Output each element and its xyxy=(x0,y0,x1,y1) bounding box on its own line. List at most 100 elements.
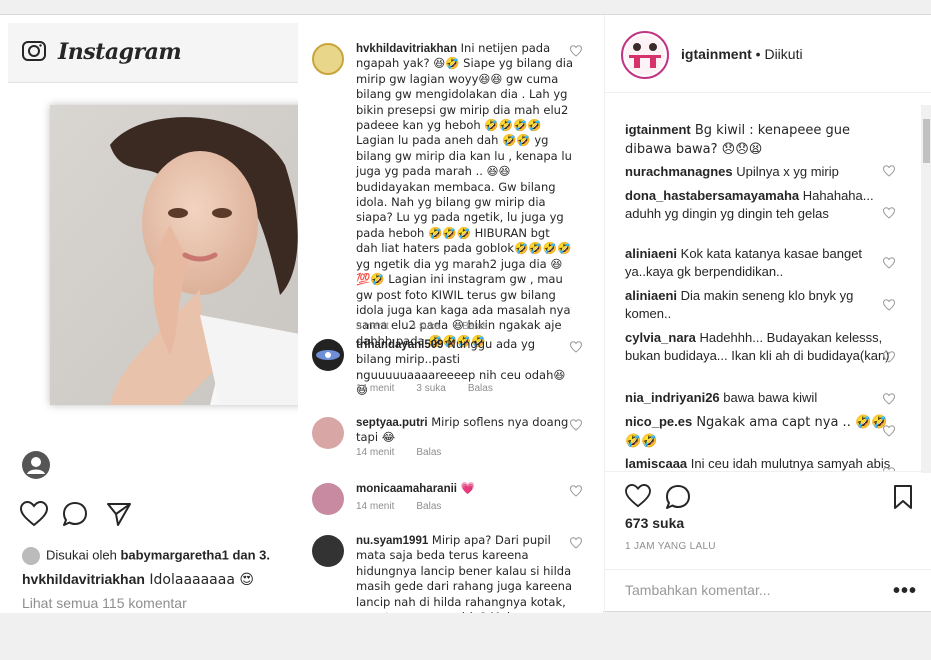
account-name: igtainment • Diikuti xyxy=(681,46,803,62)
comment-body: Ini ceu idah mulutnya samyah abis xyxy=(687,456,891,471)
embedded-phone-screenshot: Instagram Disukai oleh babymargaretha1 d… xyxy=(8,23,305,613)
list-item: nico_pe.es Ngakak ama capt nya .. 🤣🤣🤣🤣 xyxy=(625,413,895,450)
list-item: aliniaeni Dia makin seneng klo bnyk yg k… xyxy=(625,287,895,322)
list-item: aliniaeni Kok kata katanya kasae banget … xyxy=(625,245,895,280)
list-item: dona_hastabersamayamaha Hahahaha... aduh… xyxy=(625,187,895,222)
heart-icon[interactable] xyxy=(883,393,895,405)
list-item: nurachmanagnes Upilnya x yg mirip xyxy=(625,163,895,181)
follow-state[interactable]: • Diikuti xyxy=(752,46,803,62)
comment-likes[interactable]: 4 suka xyxy=(411,321,440,332)
account-avatar[interactable] xyxy=(621,31,669,79)
commenter-avatar xyxy=(312,535,344,567)
list-item: trihandayani509 Nunggu ada yg bilang mir… xyxy=(298,337,603,397)
comment-username[interactable]: dona_hastabersamayamaha xyxy=(625,188,799,203)
bookmark-icon[interactable] xyxy=(893,484,913,510)
instagram-post: Instagram Disukai oleh babymargaretha1 d… xyxy=(0,14,931,613)
heart-icon[interactable] xyxy=(570,485,582,497)
embedded-action-bar xyxy=(20,501,160,531)
commenter-avatar xyxy=(312,43,344,75)
comment-text: septyaa.putri Mirip soflens nya doang ta… xyxy=(356,415,574,446)
comment-username[interactable]: aliniaeni xyxy=(625,246,677,261)
heart-icon[interactable] xyxy=(883,257,895,269)
comment-username[interactable]: cylvia_nara xyxy=(625,330,696,345)
list-item: nu.syam1991 Mirip apa? Dari pupil mata s… xyxy=(298,533,603,613)
comment-username[interactable]: nia_indriyani26 xyxy=(625,390,720,405)
celebrity-photo xyxy=(50,105,305,405)
comment-body: 💗 xyxy=(456,481,475,495)
heart-icon[interactable] xyxy=(20,501,48,527)
list-item: igtainment Bg kiwil : kenapeee gue dibaw… xyxy=(625,121,895,158)
liker-username[interactable]: babymargaretha1 xyxy=(120,547,228,562)
comment-body: bawa bawa kiwil xyxy=(719,390,818,405)
reply-button[interactable]: Balas xyxy=(462,321,487,332)
comment-username[interactable]: nico_pe.es xyxy=(625,414,692,429)
heart-icon[interactable] xyxy=(570,419,582,431)
comment-time: 14 menit xyxy=(356,501,395,512)
comment-icon[interactable] xyxy=(62,501,88,527)
list-item: cylvia_nara Hadehhh... Budayakan kelesss… xyxy=(625,329,895,364)
heart-icon[interactable] xyxy=(883,299,895,311)
comment-username[interactable]: trihandayani509 xyxy=(356,339,444,351)
view-all-comments-link[interactable]: Lihat semua 115 komentar xyxy=(22,595,187,611)
comment-username[interactable]: nu.syam1991 xyxy=(356,535,428,547)
caption-username[interactable]: hvkhildavitriakhan xyxy=(22,571,145,587)
liked-suffix: dan 3. xyxy=(228,547,271,563)
heart-icon[interactable] xyxy=(570,537,582,549)
comment-username[interactable]: lamiscaaa xyxy=(625,456,687,471)
liked-prefix: Disukai oleh xyxy=(46,547,121,563)
list-item: hvkhildavitriakhan Ini netijen pada ngap… xyxy=(298,41,603,348)
heart-icon[interactable] xyxy=(883,351,895,363)
reply-button[interactable]: Balas xyxy=(416,447,441,458)
action-bar xyxy=(605,471,931,511)
commenter-avatar xyxy=(312,483,344,515)
post-media[interactable]: Instagram Disukai oleh babymargaretha1 d… xyxy=(0,15,603,613)
instagram-wordmark: Instagram xyxy=(58,39,182,65)
heart-icon[interactable] xyxy=(883,425,895,437)
comment-username[interactable]: septyaa.putri xyxy=(356,417,428,429)
comment-body: Upilnya x yg mirip xyxy=(732,164,839,179)
comment-meta: 14 menit Balas xyxy=(356,447,463,458)
comment-text: nu.syam1991 Mirip apa? Dari pupil mata s… xyxy=(356,533,574,613)
embedded-comments-column: hvkhildavitriakhan Ini netijen pada ngap… xyxy=(298,23,603,613)
post-header: igtainment • Diikuti xyxy=(605,15,931,93)
liked-by-row: Disukai oleh babymargaretha1 dan 3. xyxy=(22,547,302,565)
add-comment-bar: ••• xyxy=(605,569,931,613)
comment-likes[interactable]: 3 suka xyxy=(416,383,445,394)
comment-meta: 14 menit Balas xyxy=(356,501,463,512)
heart-icon[interactable] xyxy=(883,207,895,219)
list-item: nia_indriyani26 bawa bawa kiwil xyxy=(625,389,895,407)
list-item: lamiscaaa Ini ceu idah mulutnya samyah a… xyxy=(625,455,895,471)
commenter-avatar xyxy=(312,339,344,371)
reply-button[interactable]: Balas xyxy=(468,383,493,394)
reply-button[interactable]: Balas xyxy=(416,501,441,512)
heart-icon[interactable] xyxy=(570,341,582,353)
comment-username[interactable]: igtainment xyxy=(625,122,691,137)
comment-meta: 14 menit 3 suka Balas xyxy=(356,383,515,394)
comment-username[interactable]: aliniaeni xyxy=(625,288,677,303)
scrollbar-thumb[interactable] xyxy=(923,119,930,163)
commenter-avatar xyxy=(312,417,344,449)
user-avatar-icon[interactable] xyxy=(22,451,50,479)
like-count[interactable]: 673 suka xyxy=(625,515,684,531)
comment-time: 14 menit xyxy=(356,383,395,394)
comment-text: hvkhildavitriakhan Ini netijen pada ngap… xyxy=(356,41,574,349)
comments-list: igtainment Bg kiwil : kenapeee gue dibaw… xyxy=(605,105,923,471)
comment-username[interactable]: hvkhildavitriakhan xyxy=(356,43,457,55)
camera-icon xyxy=(22,41,46,61)
comment-input[interactable] xyxy=(625,582,875,598)
more-options-icon[interactable]: ••• xyxy=(893,580,917,603)
comment-username[interactable]: nurachmanagnes xyxy=(625,164,733,179)
comments-scrollbar[interactable] xyxy=(921,105,931,473)
comment-username[interactable]: monicaamaharanii xyxy=(356,483,457,495)
heart-icon[interactable] xyxy=(883,165,895,177)
comment-time: 14 menit xyxy=(356,447,395,458)
caption-row: hvkhildavitriakhan Idolaaaaaaa 😍 xyxy=(22,571,254,588)
comment-icon[interactable] xyxy=(665,484,691,510)
comment-meta: 9 menit 4 suka Balas xyxy=(356,321,509,332)
list-item: septyaa.putri Mirip soflens nya doang ta… xyxy=(298,415,603,465)
heart-icon[interactable] xyxy=(570,45,582,57)
like-heart-icon[interactable] xyxy=(625,484,651,508)
account-username[interactable]: igtainment xyxy=(681,46,752,62)
share-icon[interactable] xyxy=(106,501,132,527)
comment-time: 9 menit xyxy=(356,321,389,332)
